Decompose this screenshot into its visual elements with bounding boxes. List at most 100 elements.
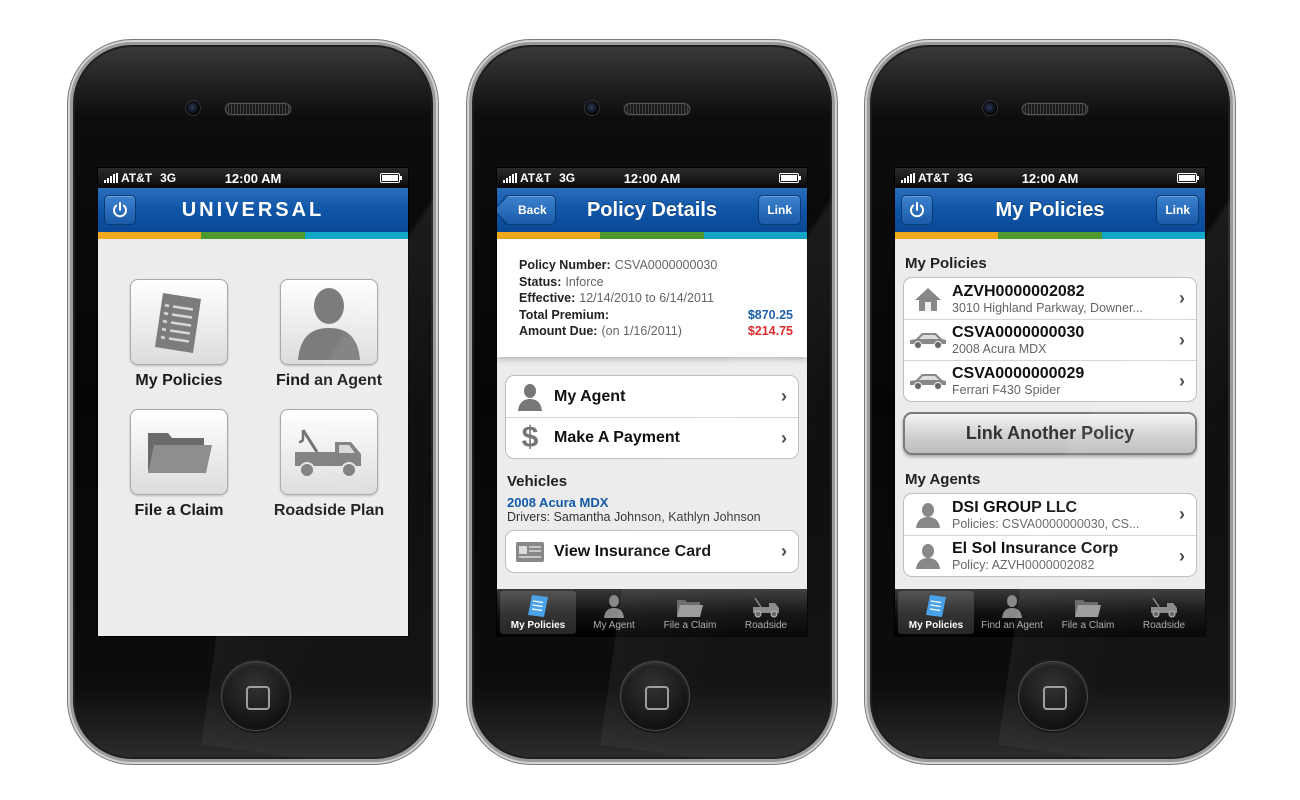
tab-find-agent[interactable]: Find an Agent [974,591,1050,634]
chevron-right-icon: › [1179,288,1185,308]
camera-icon [982,100,998,116]
battery-icon [779,173,801,183]
tile-box [280,279,378,365]
camera-icon [185,100,201,116]
tab-label: My Policies [908,620,964,631]
power-button[interactable] [901,195,933,225]
tow-truck-icon [295,429,361,478]
link-another-policy-button[interactable]: Link Another Policy [903,412,1197,455]
tab-label: Find an Agent [981,620,1043,631]
power-icon [113,202,127,218]
tow-truck-icon [753,597,779,618]
home-button[interactable] [620,661,690,731]
policy-detail: 3010 Highland Parkway, Downer... [952,300,1143,315]
policies-group: AZVH0000002082 3010 Highland Parkway, Dow… [903,277,1197,402]
policy-detail: Ferrari F430 Spider [952,383,1061,397]
view-insurance-card-cell[interactable]: View Insurance Card › [506,531,798,572]
person-icon [916,544,940,569]
my-agent-cell[interactable]: My Agent › [506,376,798,417]
screen-policy-details: AT&T 3G 12:00 AM Back Policy Details Lin… [496,167,808,637]
page-title: My Policies [995,198,1105,221]
tab-roadside[interactable]: Roadside [1126,591,1202,634]
phone-2: AT&T 3G 12:00 AM Back Policy Details Lin… [469,42,835,762]
policy-row[interactable]: CSVA0000000030 2008 Acura MDX › [904,319,1196,360]
back-label: Back [518,203,547,217]
car-icon [910,333,946,349]
document-list-icon [528,595,548,617]
agent-detail: Policy: AZVH0000002082 [952,558,1095,572]
my-agents-heading: My Agents [905,471,981,488]
tile-my-policies[interactable]: My Policies [104,279,254,390]
home-button[interactable] [221,661,291,731]
navbar: My Policies Link [895,188,1205,232]
folder-icon [1075,600,1101,617]
person-icon [518,383,542,411]
chevron-right-icon: › [781,541,787,561]
tile-box [130,409,228,495]
amount-due-value: $214.75 [747,324,793,338]
status-value: Inforce [565,274,604,289]
chevron-right-icon: › [1179,504,1185,524]
tab-my-policies[interactable]: My Policies [898,591,974,634]
status-row: Status: Inforce [519,274,793,291]
dollar-icon: $ [521,421,539,454]
speaker-grille [1022,103,1088,115]
tile-label: Find an Agent [275,372,383,389]
color-strip [895,232,1205,239]
policy-number-row: Policy Number: CSVA0000000030 [519,257,793,274]
agent-detail: Policies: CSVA0000000030, CS... [952,516,1140,531]
tab-label: Roadside [744,620,788,631]
clock: 12:00 AM [1021,170,1079,186]
tab-file-claim[interactable]: File a Claim [1050,591,1126,634]
color-strip [497,232,807,239]
agent-row[interactable]: El Sol Insurance Corp Policy: AZVH0000002… [904,535,1196,576]
navbar: Back Policy Details Link [497,188,807,232]
chevron-right-icon: › [1179,329,1185,350]
navbar: UNIVERSAL [98,188,408,232]
power-button[interactable] [104,195,136,225]
link-button[interactable]: Link [1156,195,1199,225]
tile-roadside-plan[interactable]: Roadside Plan [254,409,404,520]
tab-my-policies[interactable]: My Policies [500,591,576,634]
cell-label: My Agent [554,387,626,405]
policy-row[interactable]: AZVH0000002082 3010 Highland Parkway, Dow… [904,278,1196,319]
tile-find-agent[interactable]: Find an Agent [254,279,404,390]
speaker-grille [225,103,291,115]
person-icon [604,595,624,618]
tab-file-claim[interactable]: File a Claim [652,591,728,634]
tow-truck-icon [1151,597,1177,618]
make-payment-cell[interactable]: $ Make A Payment › [506,417,798,458]
car-icon [910,374,946,390]
vehicle-name[interactable]: 2008 Acura MDX [497,495,807,510]
clock: 12:00 AM [623,170,681,186]
battery-icon [1177,173,1199,183]
home-button[interactable] [1018,661,1088,731]
phone-1: AT&T 3G 12:00 AM UNIVERSAL My Policies F… [70,42,436,762]
cell-label: Make A Payment [554,429,680,446]
clock: 12:00 AM [224,170,282,186]
policy-detail: 2008 Acura MDX [952,342,1047,356]
effective-value: 12/14/2010 to 6/14/2011 [579,291,714,305]
id-card-icon [516,541,544,562]
amount-due-label: Amount Due: [519,324,598,338]
tile-label: Roadside Plan [273,502,385,519]
battery-icon [380,173,402,183]
vehicle-drivers: Drivers: Samantha Johnson, Kathlyn Johns… [507,510,761,524]
tab-my-agent[interactable]: My Agent [576,591,652,634]
document-list-icon [926,595,946,617]
link-button[interactable]: Link [758,195,801,225]
my-policies-heading: My Policies [905,255,987,272]
person-icon [916,502,940,528]
tab-roadside[interactable]: Roadside [728,591,804,634]
color-strip [98,232,408,239]
back-button[interactable]: Back [503,195,556,225]
policy-row[interactable]: CSVA0000000029 Ferrari F430 Spider › [904,360,1196,401]
tab-bar: My Policies My Agent File a Claim Roadsi… [497,589,807,636]
tab-label: File a Claim [1061,620,1115,631]
tile-file-claim[interactable]: File a Claim [104,409,254,520]
agent-row[interactable]: DSI GROUP LLC Policies: CSVA0000000030, C… [904,494,1196,535]
speaker-grille [624,103,690,115]
folder-icon [148,433,212,473]
phone-3: AT&T 3G 12:00 AM My Policies Link My Pol… [867,42,1233,762]
person-icon [1002,595,1022,618]
